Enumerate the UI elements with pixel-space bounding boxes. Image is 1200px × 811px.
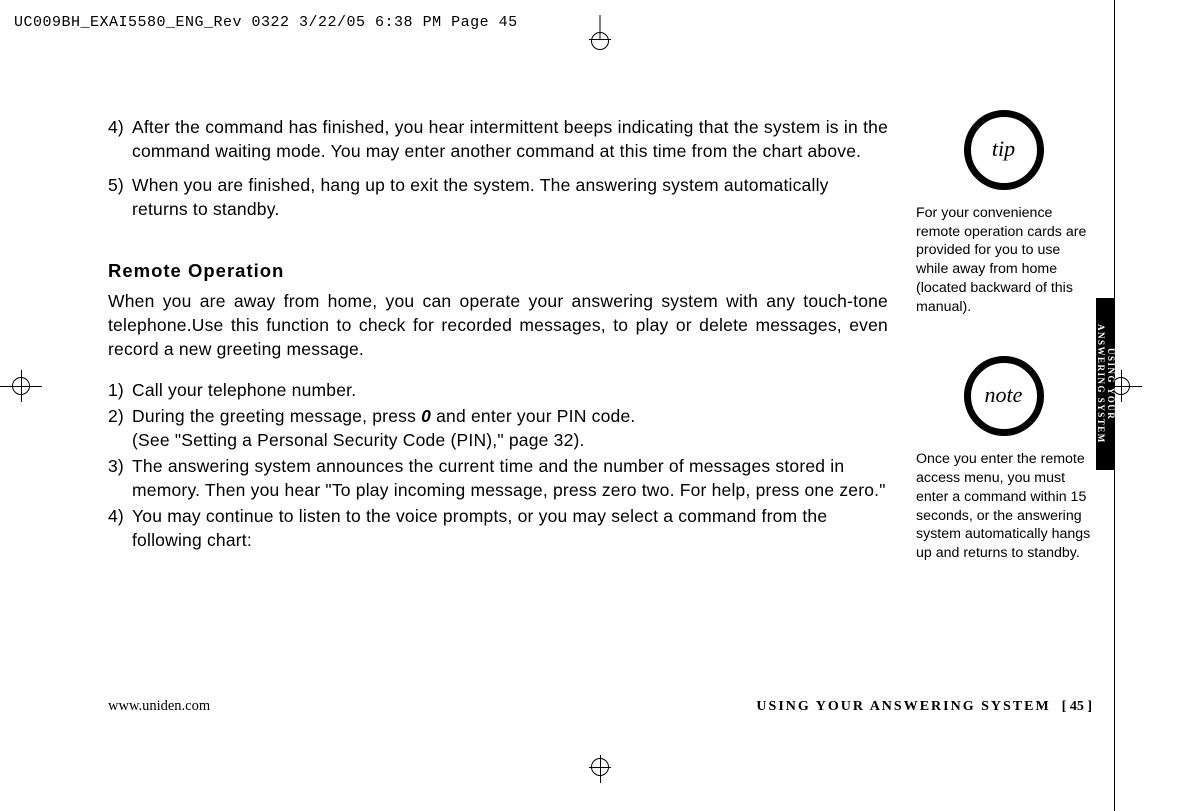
footer-section: USING YOUR ANSWERING SYSTEM [ 45 ] [756,699,1092,715]
list-item: 2) During the greeting message, press 0 … [108,404,888,452]
item-text: After the command has finished, you hear… [132,115,888,163]
item-text: During the greeting message, press 0 and… [132,404,888,452]
list-item: 1) Call your telephone number. [108,378,888,402]
list-item: 4) After the command has finished, you h… [108,115,888,163]
sidebar: tip For your convenience remote operatio… [916,110,1091,563]
list-item: 3) The answering system announces the cu… [108,454,888,502]
note-icon: note [916,356,1091,436]
prepress-header: UC009BH_EXAI5580_ENG_Rev 0322 3/22/05 6:… [14,14,518,31]
item-number: 4) [108,504,132,552]
page: UC009BH_EXAI5580_ENG_Rev 0322 3/22/05 6:… [0,0,1200,811]
item-text: Call your telephone number. [132,378,888,402]
list-item: 4) You may continue to listen to the voi… [108,504,888,552]
main-content: 4) After the command has finished, you h… [108,115,888,562]
section-heading: Remote Operation [108,258,888,284]
item-number: 5) [108,173,132,221]
item-number: 3) [108,454,132,502]
footer: www.uniden.com USING YOUR ANSWERING SYST… [108,698,1092,715]
crop-mark [591,32,609,50]
item-number: 4) [108,115,132,163]
note-text: Once you enter the remote access menu, y… [916,450,1091,562]
crop-mark [589,39,611,40]
item-text: The answering system announces the curre… [132,454,888,502]
tip-icon: tip [916,110,1091,190]
footer-url: www.uniden.com [108,698,210,715]
item-number: 1) [108,378,132,402]
item-number: 2) [108,404,132,452]
crop-mark [589,758,611,783]
item-text: You may continue to listen to the voice … [132,504,888,552]
registration-mark [0,374,42,398]
side-tab: USING YOURANSWERING SYSTEM [1096,298,1114,470]
tip-text: For your convenience remote operation ca… [916,204,1091,316]
paragraph: When you are away from home, you can ope… [108,289,888,361]
list-item: 5) When you are finished, hang up to exi… [108,173,888,221]
item-text: When you are finished, hang up to exit t… [132,173,888,221]
